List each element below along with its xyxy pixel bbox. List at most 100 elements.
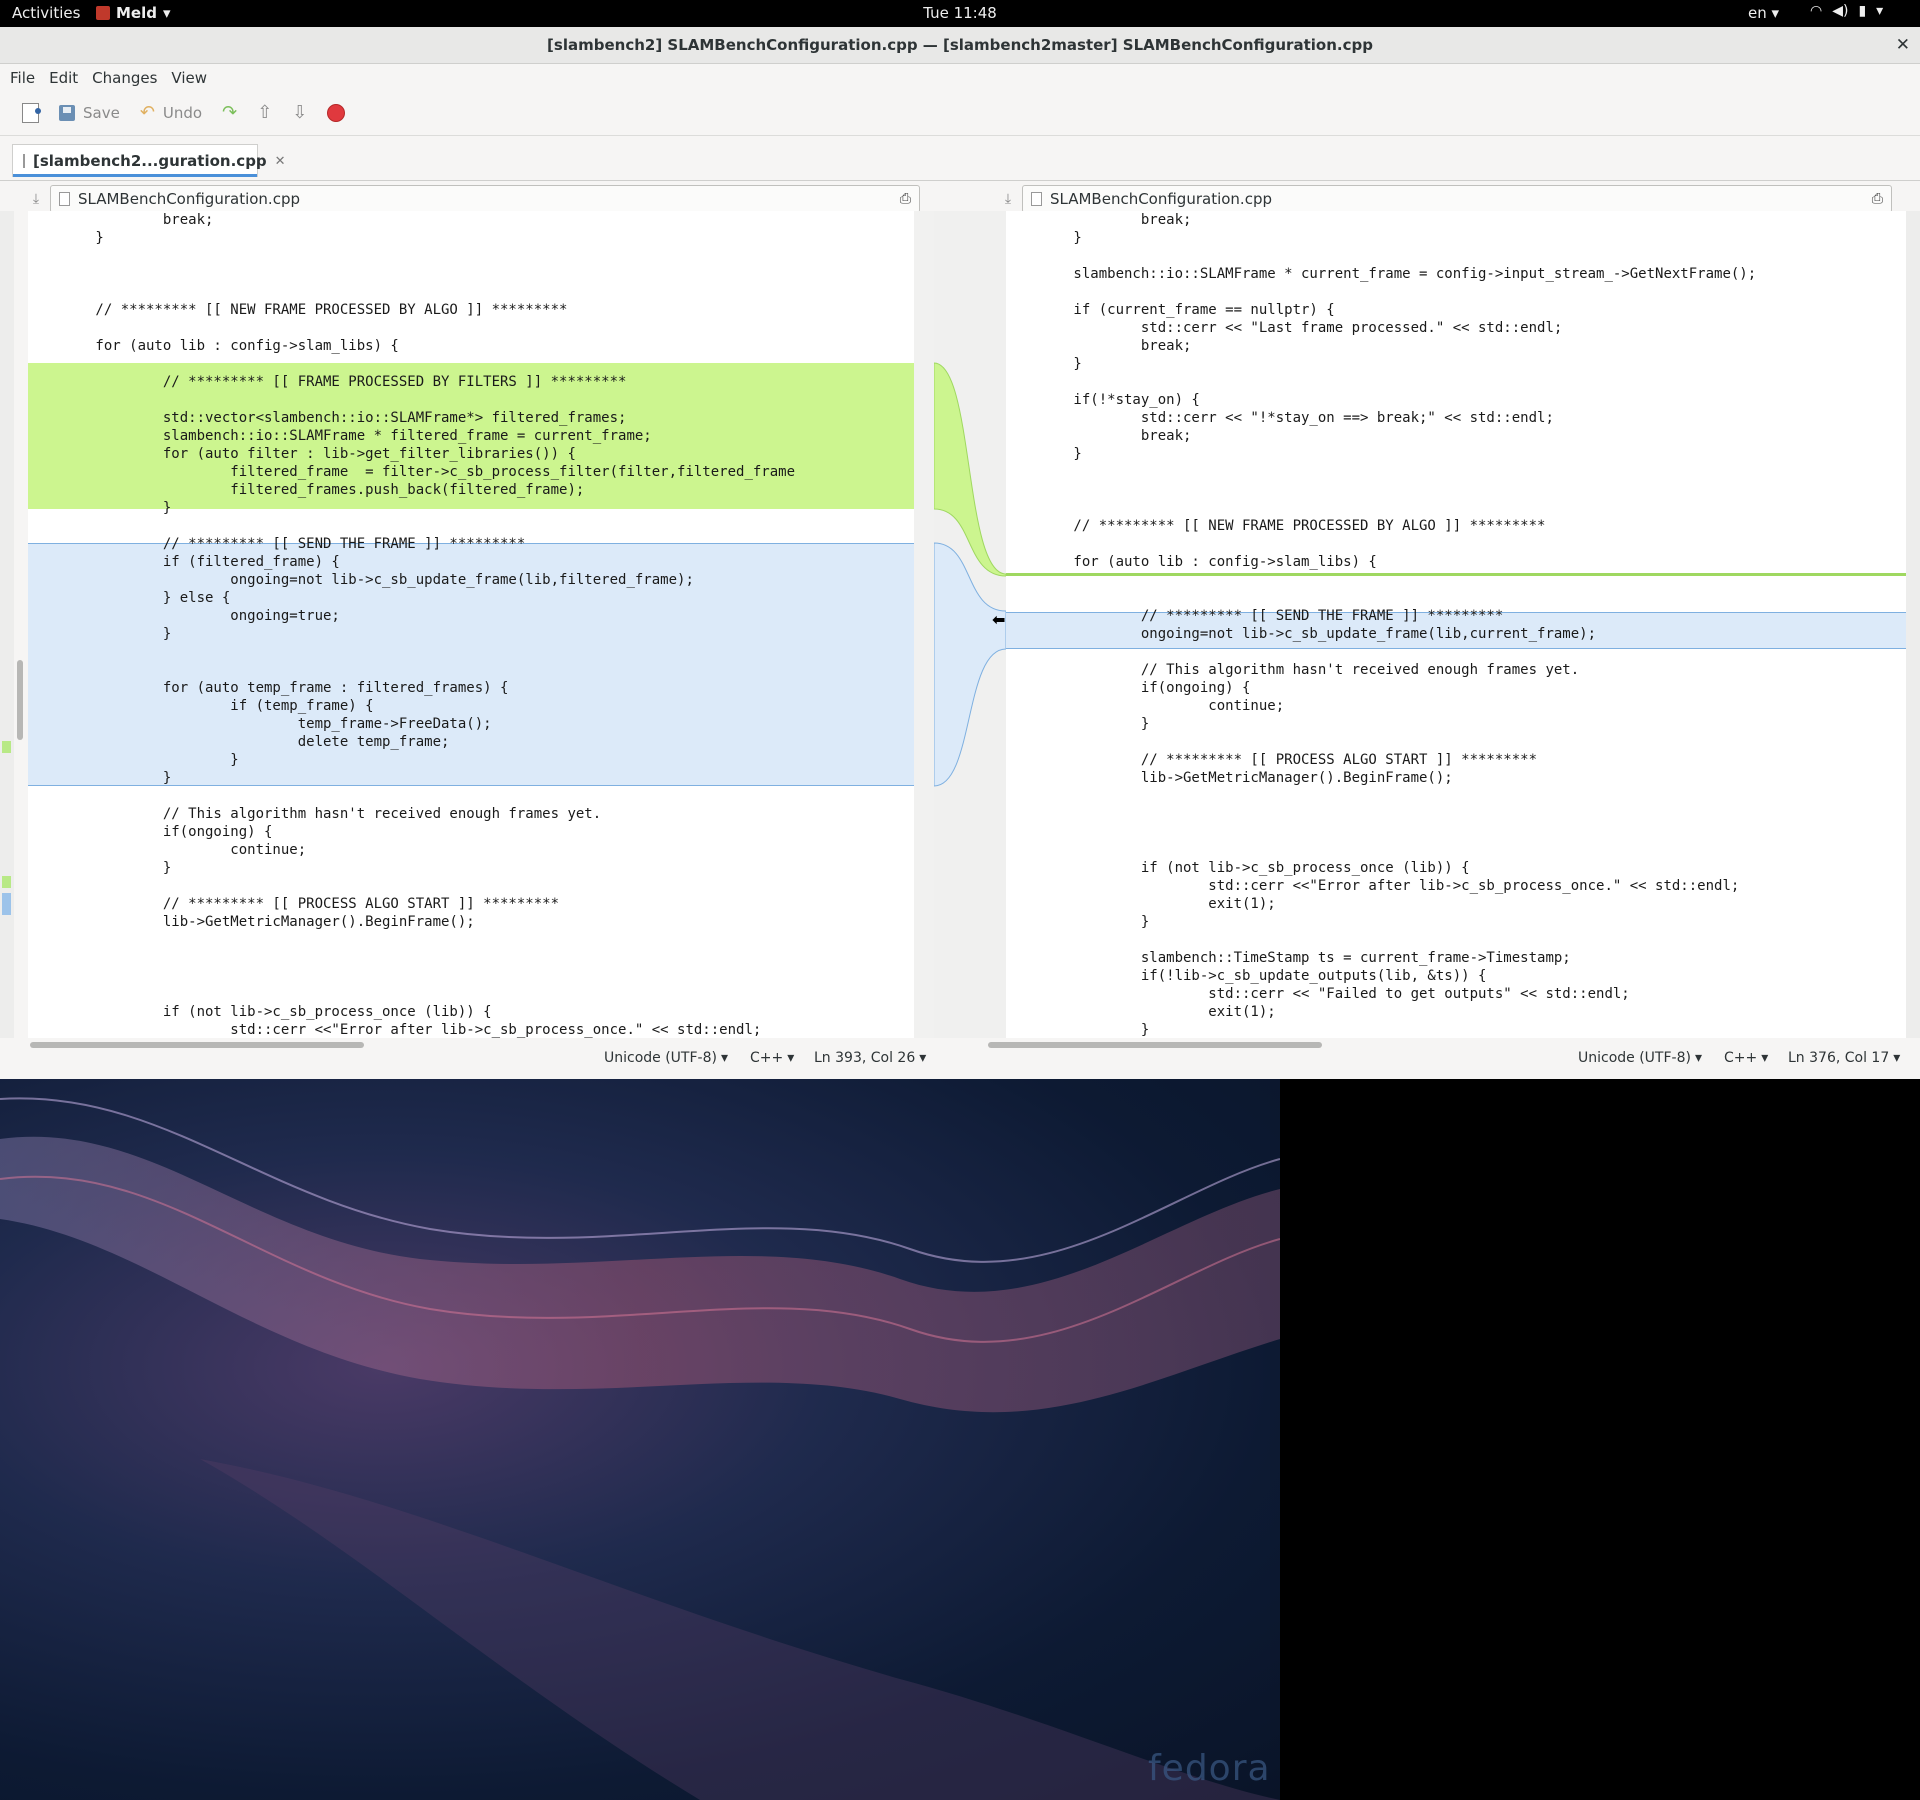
right-file-field[interactable]: SLAMBenchConfiguration.cpp ⎙ xyxy=(1022,185,1892,213)
language-indicator[interactable]: en ▾ xyxy=(1748,4,1779,22)
undo-icon: ↶ xyxy=(139,102,155,123)
left-cursor-position[interactable]: Ln 393, Col 26 ▾ xyxy=(814,1050,926,1066)
redo-button[interactable]: ↷ xyxy=(214,100,245,126)
open-file-icon[interactable]: ⤓ xyxy=(994,191,1022,207)
battery-icon: ▮ xyxy=(1858,3,1867,19)
system-menu[interactable]: ◠ ◀) ▮ ▾ xyxy=(1810,3,1883,19)
code-line: for (auto lib : config->slam_libs) { xyxy=(1006,554,1377,570)
map-insert-marker xyxy=(2,876,11,888)
code-line: lib->GetMetricManager().BeginFrame(); xyxy=(28,914,475,930)
code-line: } xyxy=(1006,716,1150,732)
code-line: } xyxy=(1006,914,1150,930)
close-tab-icon[interactable]: ✕ xyxy=(275,154,286,169)
code-line: lib->GetMetricManager().BeginFrame(); xyxy=(1006,770,1453,786)
save-icon xyxy=(59,105,75,121)
meld-app-icon xyxy=(96,6,110,20)
save-file-icon[interactable]: ⎙ xyxy=(1872,191,1883,207)
open-file-icon[interactable]: ⤓ xyxy=(22,191,50,207)
code-line: break; xyxy=(1006,338,1192,354)
code-line: slambench::io::SLAMFrame * current_frame… xyxy=(1006,266,1757,282)
stop-button[interactable] xyxy=(319,100,353,126)
menu-file[interactable]: File xyxy=(4,66,41,90)
fedora-logo: fedora xyxy=(1148,1748,1271,1789)
left-vertical-scrollbar[interactable] xyxy=(17,660,23,740)
wallpaper-mesh xyxy=(0,1097,1280,1800)
code-line: } xyxy=(1006,230,1082,246)
new-comparison-button[interactable] xyxy=(14,99,47,127)
right-margin xyxy=(914,211,934,1038)
arrow-up-icon: ⇧ xyxy=(257,102,273,123)
new-document-icon xyxy=(22,103,41,123)
right-editor[interactable]: break; } slambench::io::SLAMFrame * curr… xyxy=(1006,211,1906,1038)
push-left-arrow-icon[interactable]: ⬅ xyxy=(992,610,1005,629)
app-menu[interactable]: Meld ▾ xyxy=(96,4,171,22)
code-line: if (current_frame == nullptr) { xyxy=(1006,302,1335,318)
code-line: break; xyxy=(1006,428,1192,444)
code-line: std::cerr << "!*stay_on ==> break;" << s… xyxy=(1006,410,1554,426)
code-line: // ********* [[ NEW FRAME PROCESSED BY A… xyxy=(1006,518,1546,534)
toolbar: Save ↶ Undo ↷ ⇧ ⇩ xyxy=(0,91,1920,136)
right-language-selector[interactable]: C++ ▾ xyxy=(1724,1050,1768,1066)
window-titlebar: [slambench2] SLAMBenchConfiguration.cpp … xyxy=(0,27,1920,64)
document-icon xyxy=(23,154,25,168)
left-file-field[interactable]: SLAMBenchConfiguration.cpp ⎙ xyxy=(50,185,920,213)
tab-comparison[interactable]: [slambench2...guration.cpp ✕ xyxy=(12,144,286,177)
code-line: ongoing=true; xyxy=(28,608,340,624)
diff-link-map: ⬅ xyxy=(933,211,1007,1038)
save-file-icon[interactable]: ⎙ xyxy=(900,191,911,207)
code-line: if (not lib->c_sb_process_once (lib)) { xyxy=(1006,860,1470,876)
code-line: break; xyxy=(28,212,214,228)
code-line: } xyxy=(28,626,172,642)
code-line: // ********* [[ PROCESS ALGO START ]] **… xyxy=(28,896,560,912)
arrow-down-icon: ⇩ xyxy=(292,102,308,123)
document-icon xyxy=(1031,192,1042,206)
code-line: std::cerr <<"Error after lib->c_sb_proce… xyxy=(1006,878,1740,894)
menu-changes[interactable]: Changes xyxy=(86,66,163,90)
chevron-down-icon: ▾ xyxy=(162,4,171,22)
status-bar: Unicode (UTF-8) ▾ C++ ▾ Ln 393, Col 26 ▾… xyxy=(0,1044,1920,1074)
code-line: std::cerr <<"Error after lib->c_sb_proce… xyxy=(28,1022,762,1038)
desktop-wallpaper xyxy=(0,1079,1280,1800)
previous-change-button[interactable]: ⇧ xyxy=(249,100,280,126)
code-line: ongoing=not lib->c_sb_update_frame(lib,c… xyxy=(1006,626,1597,642)
menu-view[interactable]: View xyxy=(165,66,213,90)
right-encoding-selector[interactable]: Unicode (UTF-8) ▾ xyxy=(1578,1050,1702,1066)
menu-edit[interactable]: Edit xyxy=(43,66,84,90)
left-editor[interactable]: break; } // ********* [[ NEW FRAME PROCE… xyxy=(28,211,934,1038)
code-line: } else { xyxy=(28,590,231,606)
activities-button[interactable]: Activities xyxy=(12,4,80,22)
window-title: [slambench2] SLAMBenchConfiguration.cpp … xyxy=(547,36,1373,54)
clock[interactable]: Tue 11:48 xyxy=(923,4,997,22)
left-language-selector[interactable]: C++ ▾ xyxy=(750,1050,794,1066)
document-icon xyxy=(59,192,70,206)
right-change-map[interactable] xyxy=(1906,211,1920,1038)
redo-icon: ↷ xyxy=(222,102,238,123)
map-insert-marker xyxy=(2,741,11,753)
left-filename: SLAMBenchConfiguration.cpp xyxy=(78,190,300,208)
code-line: break; xyxy=(1006,212,1192,228)
left-encoding-selector[interactable]: Unicode (UTF-8) ▾ xyxy=(604,1050,728,1066)
undo-button[interactable]: ↶ Undo xyxy=(132,100,210,126)
next-change-button[interactable]: ⇩ xyxy=(284,100,315,126)
save-button[interactable]: Save xyxy=(51,100,128,126)
code-line: if(ongoing) { xyxy=(28,824,273,840)
left-change-map[interactable] xyxy=(0,211,14,1038)
close-window-button[interactable]: ✕ xyxy=(1896,27,1910,63)
right-cursor-position[interactable]: Ln 376, Col 17 ▾ xyxy=(1788,1050,1900,1066)
